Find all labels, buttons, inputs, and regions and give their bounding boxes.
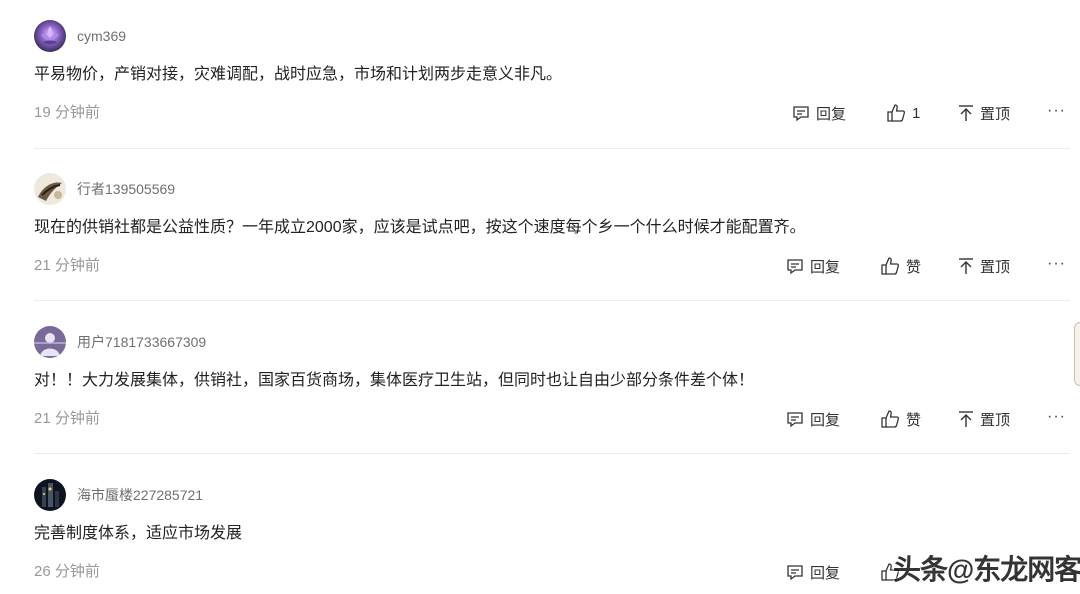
comment-item: 行者139505569 现在的供销社都是公益性质？一年成立2000家，应该是试点… bbox=[34, 153, 1070, 305]
comment-reply-icon bbox=[786, 410, 804, 428]
pin-label: 置顶 bbox=[980, 411, 1011, 429]
side-feedback-tab[interactable] bbox=[1074, 322, 1080, 386]
username[interactable]: cym369 bbox=[77, 28, 126, 44]
comment-text: 对！！大力发展集体，供销社，国家百货商场，集体医疗卫生站，但同时也让自由少部分条… bbox=[34, 372, 755, 389]
reply-button[interactable]: 回复 bbox=[792, 102, 846, 124]
comment-item: cym369 平易物价，产销对接，灾难调配，战时应急，市场和计划两步走意义非凡。… bbox=[34, 0, 1070, 152]
more-button[interactable]: ··· bbox=[1047, 102, 1066, 124]
comment-text: 现在的供销社都是公益性质？一年成立2000家，应该是试点吧，按这个速度每个乡一个… bbox=[34, 219, 806, 236]
more-button[interactable]: ··· bbox=[1047, 255, 1066, 277]
comment-text: 平易物价，产销对接，灾难调配，战时应急，市场和计划两步走意义非凡。 bbox=[34, 66, 563, 83]
thumbs-up-icon bbox=[880, 256, 900, 276]
pin-button[interactable]: 置顶 bbox=[958, 408, 1010, 430]
comment-reply-icon bbox=[786, 257, 804, 275]
reply-button[interactable]: 回复 bbox=[786, 408, 840, 430]
like-button[interactable]: 1 bbox=[886, 102, 920, 124]
divider bbox=[34, 148, 1070, 149]
comment-reply-icon bbox=[786, 563, 804, 581]
comment-actions: 回复 1 置顶 ··· bbox=[34, 102, 1070, 124]
more-button[interactable]: ··· bbox=[1047, 408, 1066, 430]
comment-item: 用户7181733667309 对！！大力发展集体，供销社，国家百货商场，集体医… bbox=[34, 306, 1070, 458]
reply-label: 回复 bbox=[810, 258, 841, 276]
username[interactable]: 用户7181733667309 bbox=[77, 334, 206, 350]
watermark: 头条@东龙网客 bbox=[893, 554, 1080, 585]
like-button[interactable]: 赞 bbox=[880, 408, 921, 430]
username[interactable]: 海市蜃楼227285721 bbox=[77, 487, 203, 503]
pin-to-top-icon bbox=[958, 410, 974, 428]
divider bbox=[34, 300, 1070, 301]
like-count: 1 bbox=[912, 104, 921, 122]
pin-to-top-icon bbox=[958, 257, 974, 275]
pin-button[interactable]: 置顶 bbox=[958, 255, 1010, 277]
comment-reply-icon bbox=[792, 104, 810, 122]
avatar[interactable] bbox=[34, 326, 66, 358]
comment-list: cym369 平易物价，产销对接，灾难调配，战时应急，市场和计划两步走意义非凡。… bbox=[0, 0, 1080, 594]
reply-button[interactable]: 回复 bbox=[786, 255, 840, 277]
pin-to-top-icon bbox=[958, 104, 974, 122]
like-label: 赞 bbox=[906, 258, 922, 276]
pin-label: 置顶 bbox=[980, 105, 1011, 123]
avatar[interactable] bbox=[34, 173, 66, 205]
divider bbox=[34, 453, 1070, 454]
like-label: 赞 bbox=[906, 411, 922, 429]
like-button[interactable]: 赞 bbox=[880, 255, 921, 277]
comment-text: 完善制度体系，适应市场发展 bbox=[34, 525, 243, 542]
pin-label: 置顶 bbox=[980, 258, 1011, 276]
reply-button[interactable]: 回复 bbox=[786, 561, 840, 583]
reply-label: 回复 bbox=[810, 564, 841, 582]
avatar[interactable] bbox=[34, 20, 66, 52]
pin-button[interactable]: 置顶 bbox=[958, 102, 1010, 124]
username[interactable]: 行者139505569 bbox=[77, 181, 175, 197]
comment-actions: 回复 赞 置顶 ··· bbox=[34, 255, 1070, 277]
comment-actions: 回复 赞 置顶 ··· bbox=[34, 408, 1070, 430]
reply-label: 回复 bbox=[810, 411, 841, 429]
thumbs-up-icon bbox=[880, 409, 900, 429]
reply-label: 回复 bbox=[816, 105, 847, 123]
avatar[interactable] bbox=[34, 479, 66, 511]
thumbs-up-icon bbox=[886, 103, 906, 123]
